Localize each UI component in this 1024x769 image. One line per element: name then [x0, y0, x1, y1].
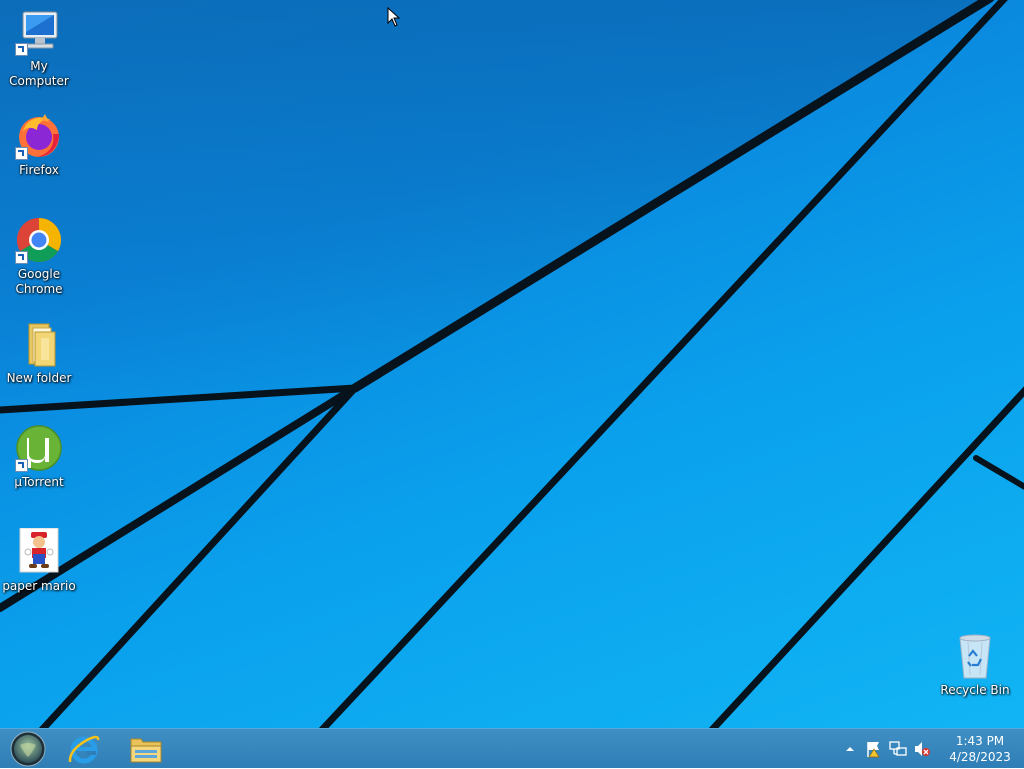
mouse-cursor-icon [387, 7, 401, 27]
taskbar: 1:43 PM 4/28/2023 [0, 728, 1024, 768]
desktop-icon-label: paper mario [2, 579, 76, 593]
desktop-icon-label: Recycle Bin [940, 683, 1010, 697]
desktop-icon-firefox[interactable]: Firefox [0, 112, 78, 178]
chrome-icon [15, 216, 63, 264]
desktop-icon-paper-mario[interactable]: paper mario [0, 527, 78, 594]
shortcut-arrow-icon [15, 147, 28, 160]
clock-date: 4/28/2023 [949, 750, 1011, 764]
system-tray: 1:43 PM 4/28/2023 [838, 729, 1024, 769]
network-button[interactable] [888, 739, 908, 759]
desktop[interactable]: My Computer Firefox Google Chrome New fo… [0, 0, 1024, 728]
desktop-icon-my-computer[interactable]: My Computer [0, 8, 78, 89]
network-icon [889, 741, 907, 756]
action-center-button[interactable] [864, 739, 884, 759]
desktop-icon-label: My Computer [9, 59, 69, 88]
volume-muted-icon [915, 742, 930, 756]
start-button[interactable] [0, 730, 56, 768]
desktop-icon-new-folder[interactable]: New folder [0, 320, 78, 386]
show-hidden-icons-button[interactable] [840, 739, 860, 759]
taskbar-internet-explorer-button[interactable] [56, 730, 112, 768]
desktop-icon-utorrent[interactable]: µTorrent [0, 424, 78, 490]
wallpaper [0, 0, 1024, 728]
taskbar-clock[interactable]: 1:43 PM 4/28/2023 [942, 733, 1018, 765]
utorrent-icon [15, 424, 63, 472]
desktop-icon-label: Google Chrome [15, 267, 63, 296]
taskbar-file-explorer-button[interactable] [118, 730, 174, 768]
desktop-icon-google-chrome[interactable]: Google Chrome [0, 216, 78, 297]
shortcut-arrow-icon [15, 251, 28, 264]
computer-icon [15, 8, 63, 56]
desktop-icon-label: µTorrent [14, 475, 64, 489]
internet-explorer-icon [68, 735, 100, 764]
paper-mario-image-icon [15, 527, 63, 576]
desktop-icon-recycle-bin[interactable]: Recycle Bin [936, 632, 1014, 698]
chevron-up-icon [846, 747, 854, 751]
clock-time: 1:43 PM [955, 734, 1005, 748]
folder-icon [15, 320, 63, 368]
start-orb-icon [10, 731, 46, 767]
file-explorer-icon [130, 738, 162, 763]
desktop-icon-label: New folder [6, 371, 72, 385]
recycle-bin-icon [951, 632, 999, 680]
volume-button[interactable] [912, 739, 932, 759]
firefox-icon [15, 112, 63, 160]
action-center-flag-icon [867, 742, 880, 758]
shortcut-arrow-icon [15, 459, 28, 472]
shortcut-arrow-icon [15, 43, 28, 56]
desktop-icon-label: Firefox [19, 163, 59, 177]
